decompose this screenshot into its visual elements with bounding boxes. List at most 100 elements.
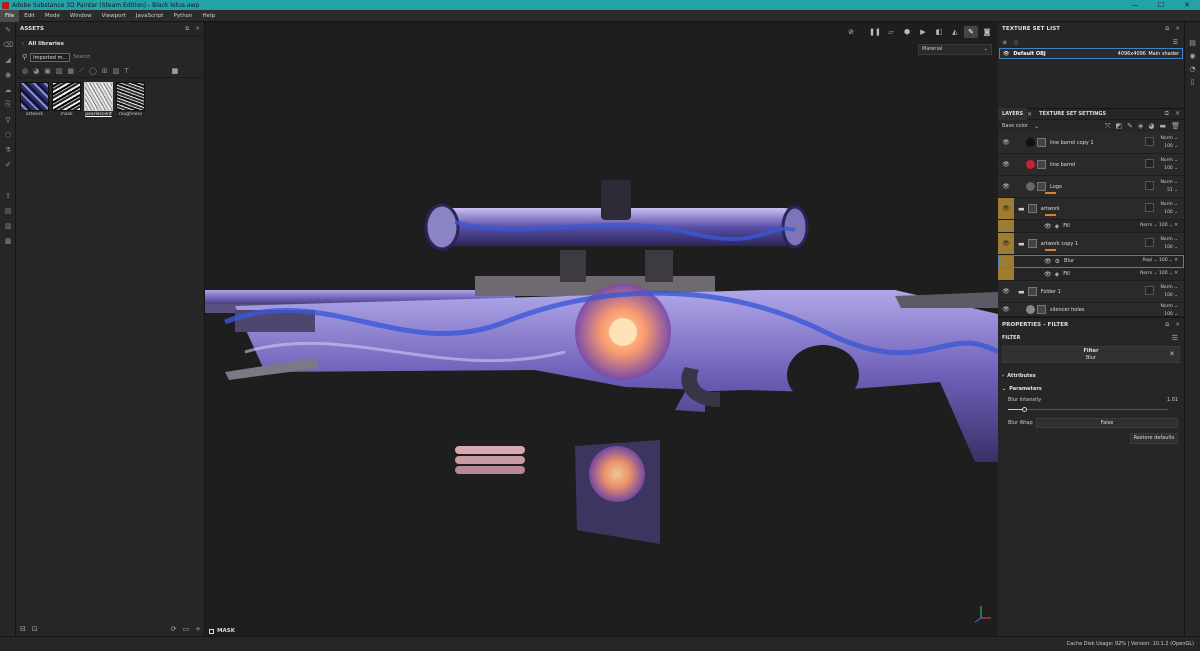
- view-grid-icon[interactable]: ▦: [172, 67, 179, 75]
- close-tab-icon[interactable]: ✕: [1027, 111, 1032, 118]
- float-icon[interactable]: ⧉: [1165, 110, 1169, 118]
- folder-row[interactable]: 👁 ▬ artwork Norm ⌄ 100 ⌄: [998, 198, 1184, 220]
- history-icon[interactable]: ▥: [0, 218, 16, 233]
- layer-row[interactable]: 👁 line barrel copy 1 Norm ⌄ 100 ⌄: [998, 132, 1184, 154]
- layer-blend[interactable]: Norm ⌄ 51 ⌄: [1161, 179, 1178, 195]
- visibility-icon[interactable]: 👁: [998, 154, 1014, 175]
- blur-wrap-dropdown[interactable]: False: [1036, 418, 1178, 428]
- effect-blend[interactable]: Repl ⌄ 100 ⌄ ✕: [1143, 257, 1178, 265]
- paint-brush-icon[interactable]: ✎: [0, 22, 16, 37]
- history-panel-icon[interactable]: ◔: [1185, 62, 1200, 75]
- texture-set-row[interactable]: 👁 Default OBJ 4096x4096 Main shader: [999, 48, 1183, 59]
- filter-chip[interactable]: Imported m...: [30, 52, 71, 62]
- text-filter-icon[interactable]: T: [124, 67, 128, 75]
- visibility-icon[interactable]: 👁: [1044, 271, 1052, 278]
- layer-checkbox[interactable]: [1145, 137, 1154, 146]
- tab-texture-set-settings[interactable]: TEXTURE SET SETTINGS: [1035, 108, 1110, 120]
- folder-row[interactable]: 👁 ▬ Folder 1 Norm ⌄ 100 ⌄: [998, 281, 1184, 303]
- mask-toggle[interactable]: MASK: [209, 628, 235, 634]
- remove-filter-icon[interactable]: ✕: [1169, 351, 1175, 358]
- menu-viewport[interactable]: Viewport: [97, 10, 131, 22]
- folder-row[interactable]: 👁 ▬ artwork copy 1 Norm ⌄ 100 ⌄: [998, 233, 1184, 255]
- screenshot-icon[interactable]: ◙: [980, 26, 994, 38]
- menu-mode[interactable]: Mode: [40, 10, 65, 22]
- eye-outline-icon[interactable]: ◎: [1013, 39, 1018, 46]
- menu-window[interactable]: Window: [65, 10, 97, 22]
- float-icon[interactable]: ⧉: [1165, 26, 1169, 33]
- material-mode-dropdown[interactable]: Material ⌄: [918, 44, 992, 55]
- attributes-section[interactable]: › Attributes: [998, 369, 1184, 382]
- float-icon[interactable]: ⧉: [1165, 322, 1169, 329]
- layer-blend[interactable]: Norm ⌄ 100 ⌄: [1161, 236, 1178, 252]
- environment-filter-icon[interactable]: ◯: [89, 67, 97, 75]
- delete-layer-icon[interactable]: 🗑: [1171, 122, 1180, 131]
- menu-help[interactable]: Help: [198, 10, 221, 22]
- menu-icon[interactable]: ☰: [1172, 334, 1178, 342]
- effect-blend[interactable]: Norm ⌄ 100 ⌄ ✕: [1140, 222, 1178, 230]
- effect-row[interactable]: 👁 ◈ Fill Norm ⌄ 100 ⌄ ✕: [998, 220, 1184, 233]
- grid-filter-icon[interactable]: ⊞: [102, 67, 108, 75]
- layer-blend[interactable]: Norm ⌄ 100 ⌄: [1161, 135, 1178, 151]
- menu-edit[interactable]: Edit: [19, 10, 40, 22]
- close-panel-icon[interactable]: ✕: [1175, 26, 1180, 32]
- eye-icon[interactable]: ◉: [1002, 39, 1007, 46]
- asset-thumb[interactable]: pearlescent: [84, 82, 113, 117]
- 3d-viewport[interactable]: ⊘ ❚❚ ▱ ⬢ ▶ ◧ ◭ ✎ ◙ Material ⌄ MASK: [205, 22, 998, 636]
- library-selector[interactable]: › All libraries: [16, 36, 204, 50]
- close-panel-icon[interactable]: ✕: [1175, 110, 1180, 118]
- shelf-icon[interactable]: ▤: [0, 203, 16, 218]
- paint-mode-icon[interactable]: ✎: [964, 26, 978, 38]
- add-icon[interactable]: +: [195, 625, 201, 633]
- add-folder-icon[interactable]: ▬: [1159, 122, 1166, 131]
- mask-checkbox[interactable]: [209, 628, 214, 634]
- add-fill-layer-icon[interactable]: ◈: [1138, 122, 1143, 131]
- camera-off-icon[interactable]: ⊘: [844, 26, 858, 38]
- restore-defaults-button[interactable]: Restore defaults: [1130, 432, 1178, 444]
- asset-thumb[interactable]: mask: [52, 82, 81, 117]
- smudge-icon[interactable]: ☁: [0, 82, 16, 97]
- blur-intensity-slider[interactable]: [1008, 405, 1168, 415]
- refresh-icon[interactable]: ⟳: [171, 625, 177, 633]
- menu-icon[interactable]: ☰: [1173, 39, 1178, 46]
- generator-filter-icon[interactable]: ▩: [67, 67, 74, 75]
- visibility-icon[interactable]: 👁: [1003, 51, 1009, 57]
- float-icon[interactable]: ⧉: [185, 26, 189, 33]
- effect-row-selected[interactable]: 👁 ⚙ Blur Repl ⌄ 100 ⌄ ✕: [998, 255, 1184, 268]
- effect-row[interactable]: 👁 ◈ Fill Norm ⌄ 100 ⌄ ✕: [998, 268, 1184, 281]
- maximize-icon[interactable]: ☐: [1148, 0, 1174, 10]
- layers-panel-icon[interactable]: ▤: [1185, 36, 1200, 49]
- search-input[interactable]: Search: [73, 54, 90, 60]
- visibility-icon[interactable]: 👁: [998, 233, 1014, 254]
- add-mask-icon[interactable]: ◩: [1115, 122, 1122, 131]
- layer-blend[interactable]: Norm ⌄ 100 ⌄: [1161, 284, 1178, 300]
- effect-blend[interactable]: Norm ⌄ 100 ⌄ ✕: [1140, 270, 1178, 278]
- export-icon[interactable]: ⇪: [0, 188, 16, 203]
- asset-thumb[interactable]: roughness: [116, 82, 145, 117]
- texture-set-shader[interactable]: Main shader: [1148, 51, 1179, 57]
- clone-icon[interactable]: ⎘: [0, 97, 16, 112]
- render-icon[interactable]: ◧: [932, 26, 946, 38]
- layer-blend[interactable]: Norm ⌄ 100 ⌄: [1161, 157, 1178, 173]
- shader-panel-icon[interactable]: ◉: [1185, 49, 1200, 62]
- video-icon[interactable]: ▶: [916, 26, 930, 38]
- add-smart-material-icon[interactable]: ◕: [1148, 122, 1154, 131]
- visibility-icon[interactable]: 👁: [1044, 223, 1052, 230]
- texture-filter-icon[interactable]: ▣: [44, 67, 51, 75]
- geometry-fill-icon[interactable]: ◉: [0, 67, 16, 82]
- close-icon[interactable]: ✕: [1174, 0, 1200, 10]
- minimize-icon[interactable]: —: [1122, 0, 1148, 10]
- layer-checkbox[interactable]: [1145, 286, 1154, 295]
- layer-checkbox[interactable]: [1145, 159, 1154, 168]
- layer-row[interactable]: 👁 Logo Norm ⌄ 51 ⌄: [998, 176, 1184, 198]
- eraser-icon[interactable]: ⌫: [0, 37, 16, 52]
- layer-blend[interactable]: Norm ⌄ 100 ⌄: [1161, 201, 1178, 217]
- layer-checkbox[interactable]: [1145, 181, 1154, 190]
- material-filter-icon[interactable]: ◍: [22, 67, 28, 75]
- particle-filter-icon[interactable]: ▧: [113, 67, 120, 75]
- visibility-icon[interactable]: 👁: [998, 281, 1014, 302]
- visibility-icon[interactable]: 👁: [998, 198, 1014, 219]
- add-effect-icon[interactable]: ⤧: [1105, 122, 1111, 131]
- close-panel-icon[interactable]: ✕: [195, 26, 200, 32]
- add-paint-layer-icon[interactable]: ✎: [1127, 122, 1133, 131]
- projection-icon[interactable]: ◢: [0, 52, 16, 67]
